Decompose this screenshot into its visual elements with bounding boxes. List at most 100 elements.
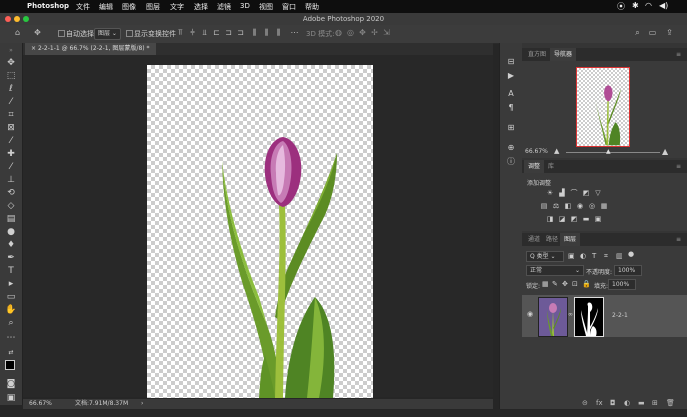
- dodge-tool-icon[interactable]: ♦: [5, 240, 17, 251]
- filter-toggle-icon[interactable]: ●: [628, 250, 634, 258]
- eraser-tool-icon[interactable]: ◇: [5, 201, 17, 212]
- black-white-icon[interactable]: ◧: [564, 203, 572, 210]
- move-tool-preset-icon[interactable]: ✥: [33, 28, 42, 37]
- gradient-tool-icon[interactable]: ▤: [5, 214, 17, 225]
- auto-select-dropdown[interactable]: 图层 ⌄: [94, 28, 121, 40]
- shape-tool-icon[interactable]: ▭: [5, 292, 17, 303]
- curves-icon[interactable]: ⌒: [570, 190, 578, 197]
- delete-layer-icon[interactable]: 🗑: [666, 399, 675, 407]
- clone-stamp-tool-icon[interactable]: ⊥: [5, 175, 17, 186]
- 3d-slide-icon[interactable]: ✢: [370, 28, 379, 37]
- blur-tool-icon[interactable]: ●: [5, 227, 17, 238]
- show-transform-checkbox[interactable]: [126, 30, 133, 37]
- panel-menu-icon[interactable]: ≡: [672, 48, 685, 61]
- filter-adjust-icon[interactable]: ◐: [580, 252, 586, 260]
- layer-mask-thumbnail[interactable]: [574, 297, 604, 337]
- properties-icon[interactable]: ⊞: [506, 123, 516, 133]
- layer-row[interactable]: ◉ ∞ 2-2-1: [522, 295, 687, 337]
- menu-layer[interactable]: 图层: [146, 2, 160, 12]
- posterize-icon[interactable]: ◪: [558, 216, 566, 223]
- document-canvas[interactable]: [147, 65, 373, 398]
- path-selection-tool-icon[interactable]: ▸: [5, 279, 17, 290]
- layer-filter-dropdown[interactable]: Q 类型 ⌄: [526, 251, 564, 262]
- more-options-icon[interactable]: ⋯: [290, 28, 299, 37]
- paragraph-icon[interactable]: ¶: [506, 103, 516, 113]
- actions-play-icon[interactable]: ▶: [506, 71, 516, 81]
- navigator-preview[interactable]: [576, 67, 630, 147]
- menu-view[interactable]: 视图: [259, 2, 273, 12]
- threshold-icon[interactable]: ◩: [570, 216, 578, 223]
- filter-type-icon[interactable]: T: [592, 252, 596, 260]
- 3d-orbit-icon[interactable]: ◍: [334, 28, 343, 37]
- link-layers-icon[interactable]: ⊝: [582, 399, 588, 407]
- photo-filter-icon[interactable]: ◉: [576, 203, 584, 210]
- gradient-map-icon[interactable]: ▬: [582, 216, 590, 223]
- swap-colors-icon[interactable]: ⇄: [5, 347, 17, 358]
- bluetooth-icon[interactable]: ✱: [632, 1, 639, 10]
- info-icon[interactable]: ⓘ: [506, 157, 516, 167]
- canvas-area[interactable]: [23, 55, 493, 398]
- align-left-icon[interactable]: ⊏: [212, 28, 221, 37]
- filter-smart-object-icon[interactable]: ▥: [616, 252, 623, 260]
- 3d-scale-icon[interactable]: ⇲: [382, 28, 391, 37]
- lock-image-icon[interactable]: ✎: [552, 280, 558, 288]
- layers-panel-menu-icon[interactable]: ≡: [672, 233, 685, 246]
- workspace-icon[interactable]: ▭: [648, 28, 657, 37]
- zoom-in-icon[interactable]: ▲: [662, 147, 668, 156]
- menu-window[interactable]: 窗口: [282, 2, 296, 12]
- close-tab-icon[interactable]: ×: [31, 45, 38, 52]
- align-bottom-icon[interactable]: ⫫: [200, 28, 209, 37]
- new-adjustment-layer-icon[interactable]: ◐: [624, 399, 630, 407]
- 3d-pan-icon[interactable]: ✥: [358, 28, 367, 37]
- filter-shape-icon[interactable]: ⌗: [604, 252, 608, 261]
- tab-libraries[interactable]: 库: [544, 160, 558, 173]
- move-tool-icon[interactable]: ✥: [5, 58, 17, 69]
- history-icon[interactable]: ⊟: [506, 57, 516, 67]
- color-balance-icon[interactable]: ⚖: [552, 203, 560, 210]
- character-icon[interactable]: A: [506, 89, 516, 99]
- hue-saturation-icon[interactable]: ▤: [540, 203, 548, 210]
- healing-brush-tool-icon[interactable]: ✚: [5, 149, 17, 160]
- type-tool-icon[interactable]: T: [5, 266, 17, 277]
- menu-file[interactable]: 文件: [76, 2, 90, 12]
- lock-artboard-icon[interactable]: ⊡: [572, 280, 578, 288]
- distribute-vcenter-icon[interactable]: ⫼: [262, 28, 271, 37]
- zoom-level-field[interactable]: 66.67%: [29, 399, 52, 409]
- opacity-field[interactable]: 100%: [614, 265, 642, 276]
- toolbar-collapse-icon[interactable]: »: [5, 45, 17, 56]
- mask-link-icon[interactable]: ∞: [568, 311, 573, 318]
- levels-icon[interactable]: ▟: [558, 190, 566, 197]
- blend-mode-dropdown[interactable]: 正常 ⌄: [526, 265, 584, 276]
- navigator-slider-thumb[interactable]: ▲: [606, 148, 611, 155]
- menu-filter[interactable]: 滤镜: [217, 2, 231, 12]
- pen-tool-icon[interactable]: ✒: [5, 253, 17, 264]
- add-mask-icon[interactable]: ◘: [610, 399, 616, 407]
- frame-tool-icon[interactable]: ⊠: [5, 123, 17, 134]
- cc-status-icon[interactable]: ⦿: [617, 1, 625, 12]
- color-lookup-icon[interactable]: ▦: [600, 203, 608, 210]
- glyphs-icon[interactable]: ⊕: [506, 143, 516, 153]
- channel-mixer-icon[interactable]: ◎: [588, 203, 596, 210]
- vibrance-icon[interactable]: ▽: [594, 190, 602, 197]
- tab-histogram[interactable]: 直方图: [524, 48, 550, 61]
- zoom-tool-icon[interactable]: ⌕: [5, 318, 17, 329]
- marquee-tool-icon[interactable]: ⬚: [5, 71, 17, 82]
- navigator-zoom-slider[interactable]: [566, 152, 660, 153]
- new-layer-icon[interactable]: ⊞: [652, 399, 658, 407]
- navigator-zoom-value[interactable]: 66.67%: [525, 148, 548, 155]
- app-menu[interactable]: Photoshop: [27, 2, 69, 10]
- invert-icon[interactable]: ◨: [546, 216, 554, 223]
- tab-paths[interactable]: 路径: [542, 233, 562, 246]
- fill-field[interactable]: 100%: [608, 279, 636, 290]
- tab-adjustments[interactable]: 调整: [524, 160, 545, 173]
- wifi-icon[interactable]: ◠: [645, 1, 652, 10]
- layer-name[interactable]: 2-2-1: [612, 312, 628, 319]
- lock-all-icon[interactable]: 🔒: [582, 280, 591, 288]
- align-top-icon[interactable]: ⫪: [176, 28, 185, 37]
- screen-mode-icon[interactable]: ▣: [5, 393, 17, 404]
- menu-edit[interactable]: 编辑: [99, 2, 113, 12]
- align-right-icon[interactable]: ⊐: [236, 28, 245, 37]
- document-tab[interactable]: × 2-2-1-1 @ 66.7% (2-2-1, 图层蒙版/8) *: [25, 43, 156, 55]
- 3d-roll-icon[interactable]: ◎: [346, 28, 355, 37]
- lock-position-icon[interactable]: ✥: [562, 280, 568, 288]
